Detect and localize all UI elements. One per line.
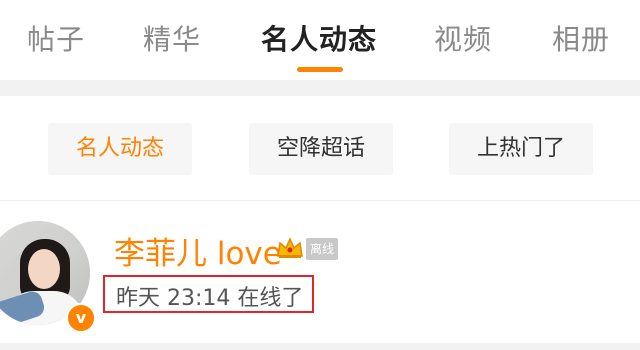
tab-posts[interactable]: 帖子 xyxy=(27,18,85,58)
user-name[interactable]: 李菲儿 love xyxy=(114,228,282,273)
filter-chip-supertopic-drop[interactable]: 空降超话 xyxy=(249,123,393,175)
crown-icon xyxy=(277,237,303,258)
tab-celebrity-updates[interactable]: 名人动态 xyxy=(261,18,377,58)
bottom-separator xyxy=(0,343,640,350)
offline-status-badge: 离线 xyxy=(306,238,339,260)
tab-albums[interactable]: 相册 xyxy=(552,18,610,58)
filter-chip-trending[interactable]: 上热门了 xyxy=(449,123,593,175)
tab-videos[interactable]: 视频 xyxy=(434,18,492,58)
verified-badge-icon: v xyxy=(66,303,96,333)
tab-featured[interactable]: 精华 xyxy=(143,18,201,58)
divider xyxy=(0,200,640,201)
top-tab-bar: 帖子 精华 名人动态 视频 相册 xyxy=(0,0,640,78)
section-separator xyxy=(0,80,640,96)
last-online-text: 昨天 23:14 在线了 xyxy=(116,286,304,311)
filter-chip-celebrity-updates[interactable]: 名人动态 xyxy=(48,123,192,175)
active-tab-indicator xyxy=(297,67,343,72)
